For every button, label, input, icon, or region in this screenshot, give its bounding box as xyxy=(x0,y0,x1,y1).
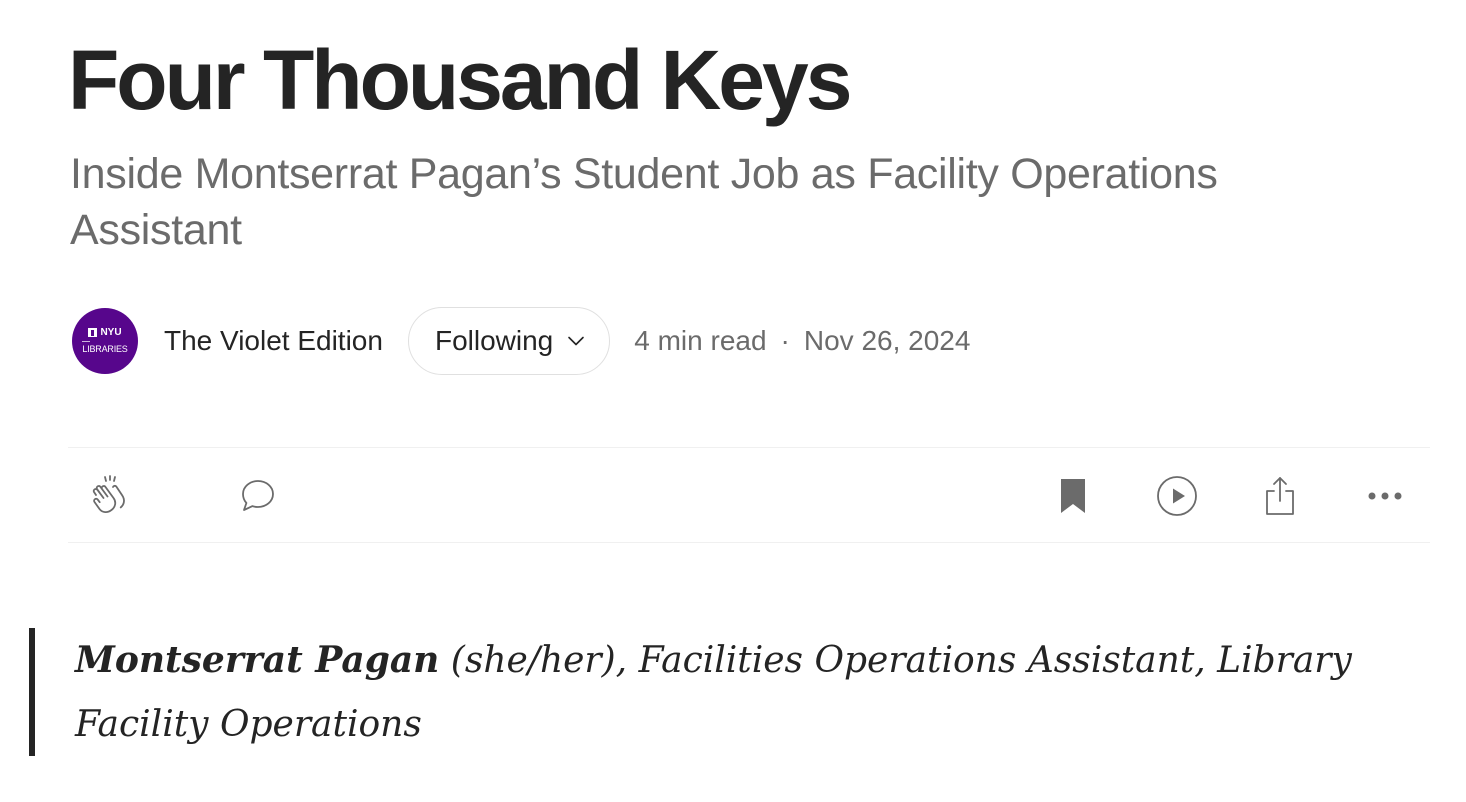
comment-button[interactable] xyxy=(236,474,280,518)
chevron-down-icon xyxy=(568,336,585,346)
article-page: Four Thousand Keys Inside Montserrat Pag… xyxy=(0,0,1466,802)
publish-date: Nov 26, 2024 xyxy=(803,325,971,356)
quote-name: Montserrat Pagan xyxy=(75,639,440,681)
avatar-bottom-text: LIBRARIES xyxy=(82,344,128,354)
article-subtitle: Inside Montserrat Pagan’s Student Job as… xyxy=(70,150,1218,254)
article-meta: 4 min read · Nov 26, 2024 xyxy=(634,325,970,357)
intro-quote: Montserrat Pagan (she/her), Facilities O… xyxy=(29,628,1369,756)
comment-icon xyxy=(242,480,274,511)
torch-icon xyxy=(88,328,98,337)
share-icon xyxy=(1266,477,1294,515)
bookmark-button[interactable] xyxy=(1051,474,1095,518)
bookmark-icon xyxy=(1061,479,1085,513)
clap-icon xyxy=(92,475,125,514)
avatar-divider xyxy=(82,341,90,342)
share-button[interactable] xyxy=(1258,474,1302,518)
play-icon xyxy=(1157,476,1197,516)
more-button[interactable] xyxy=(1363,474,1407,518)
avatar-logo: NYU xyxy=(88,327,122,338)
more-icon xyxy=(1368,492,1402,500)
article-title: Four Thousand Keys xyxy=(68,33,852,127)
following-label: Following xyxy=(434,325,554,356)
publication-name[interactable]: The Violet Edition xyxy=(164,325,383,357)
read-time: 4 min read xyxy=(634,325,767,356)
following-button[interactable]: Following xyxy=(407,307,611,375)
meta-separator: · xyxy=(780,325,790,356)
avatar-top-text: NYU xyxy=(100,327,122,338)
action-bar xyxy=(68,447,1430,543)
byline: NYU LIBRARIES The Violet Edition Followi… xyxy=(72,306,970,376)
publication-avatar[interactable]: NYU LIBRARIES xyxy=(72,308,138,374)
clap-button[interactable] xyxy=(86,474,130,518)
listen-button[interactable] xyxy=(1155,474,1199,518)
